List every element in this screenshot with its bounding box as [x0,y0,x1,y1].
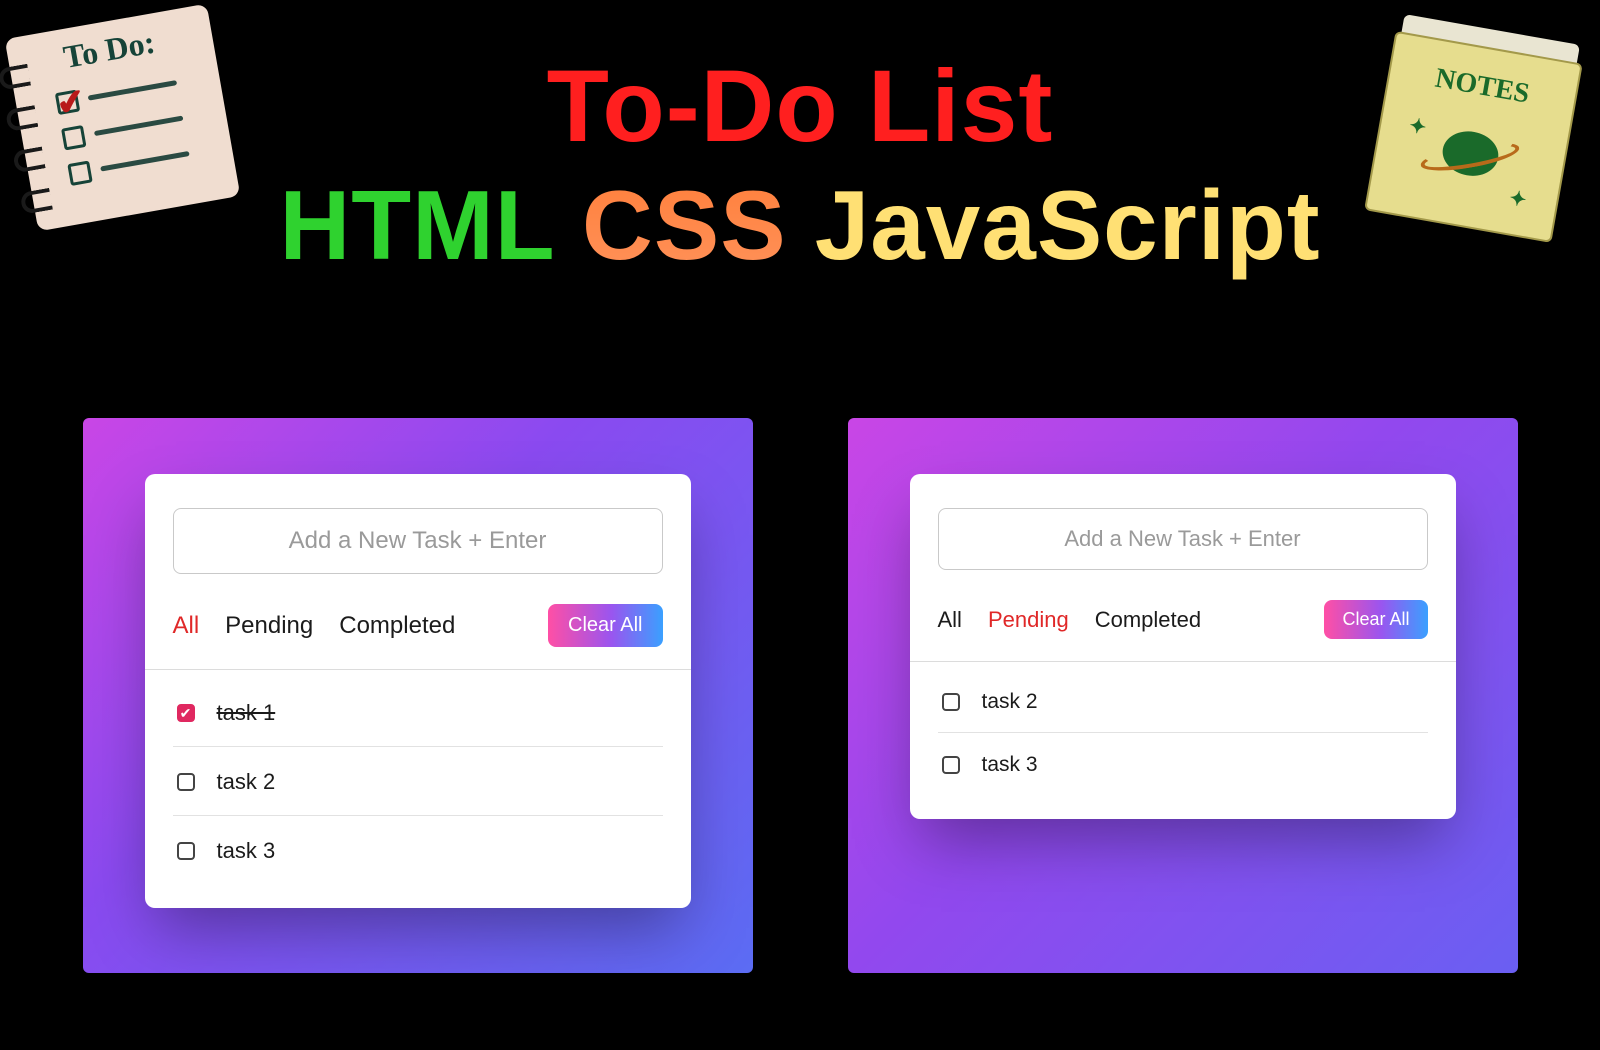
filter-pending[interactable]: Pending [988,607,1069,633]
task-checkbox[interactable] [942,693,960,711]
task-row: task 2 [938,670,1428,733]
tech-html: HTML [279,170,553,280]
task-checkbox[interactable] [942,756,960,774]
filter-all[interactable]: All [938,607,962,633]
task-text: task 1 [217,700,276,726]
page-title: To-Do List [279,48,1320,165]
task-row: task 3 [938,733,1428,795]
task-input[interactable] [938,508,1428,570]
todo-notepad-illustration: To Do: ✔ [5,4,241,232]
task-text: task 3 [217,838,276,864]
task-checkbox[interactable]: ✔ [177,704,195,722]
task-input[interactable] [173,508,663,574]
filter-all[interactable]: All [173,612,200,640]
task-text: task 3 [982,753,1038,777]
filter-pending[interactable]: Pending [225,612,313,640]
todo-app-left: All Pending Completed Clear All ✔ task 1… [83,418,753,973]
task-checkbox[interactable] [177,842,195,860]
tech-js: JavaScript [815,170,1321,280]
clear-all-button[interactable]: Clear All [1324,600,1427,639]
page-title-block: To-Do List HTML CSS JavaScript [279,48,1320,282]
divider [910,661,1456,662]
todo-app-right: All Pending Completed Clear All task 2 t… [848,418,1518,973]
task-text: task 2 [217,769,276,795]
task-checkbox[interactable] [177,773,195,791]
task-row: ✔ task 1 [173,678,663,747]
divider [145,669,691,670]
task-list: ✔ task 1 task 2 task 3 [173,678,663,884]
task-row: task 3 [173,816,663,884]
filter-completed[interactable]: Completed [339,612,455,640]
task-list: task 2 task 3 [938,670,1428,795]
task-text: task 2 [982,690,1038,714]
task-row: task 2 [173,747,663,816]
page-subtitle: HTML CSS JavaScript [279,169,1320,282]
clear-all-button[interactable]: Clear All [548,604,662,647]
notes-book-illustration: NOTES ✦✦ [1364,13,1586,243]
tech-css: CSS [582,170,787,280]
filter-completed[interactable]: Completed [1095,607,1201,633]
